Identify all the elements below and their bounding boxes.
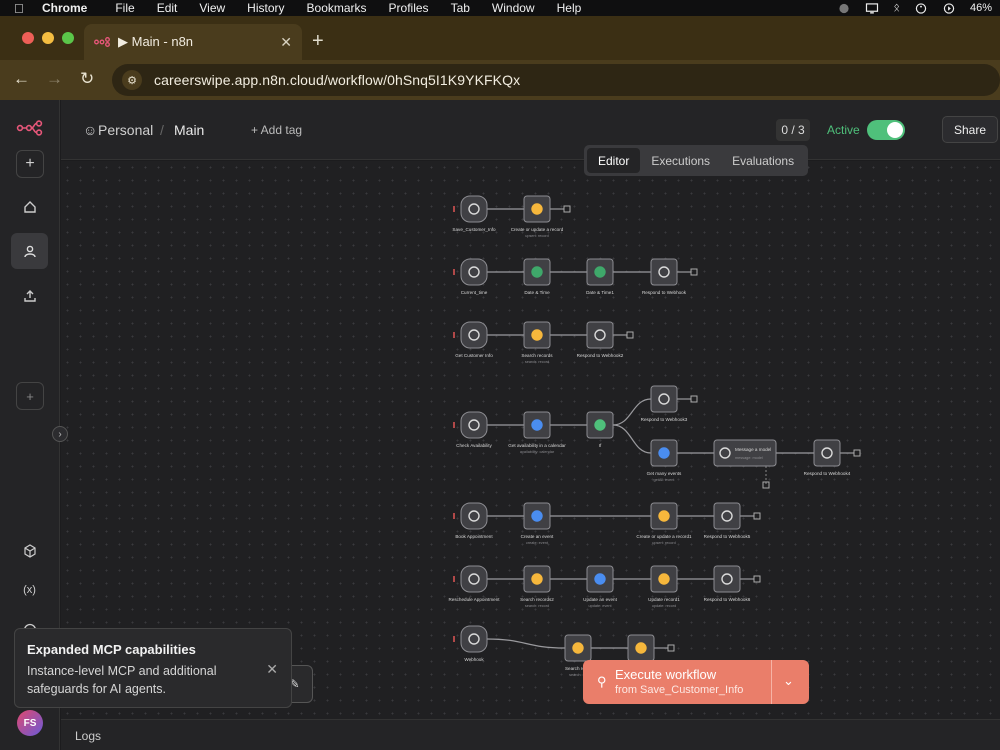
site-info-icon[interactable]: ⚙: [122, 70, 142, 90]
address-bar[interactable]: ⚙ careerswipe.app.n8n.cloud/workflow/0hS…: [112, 64, 1000, 96]
menu-window[interactable]: Window: [492, 1, 535, 15]
back-icon[interactable]: ←: [13, 69, 30, 89]
variables-icon[interactable]: (x): [11, 572, 48, 608]
home-icon[interactable]: [11, 189, 48, 225]
browser-tabstrip: ▶ Main - n8n ✕ +: [0, 16, 1000, 60]
menu-profiles[interactable]: Profiles: [389, 1, 429, 15]
breadcrumb-separator: /: [160, 122, 164, 138]
menu-tab[interactable]: Tab: [451, 1, 470, 15]
logs-panel[interactable]: Logs: [61, 719, 1000, 750]
create-button[interactable]: +: [16, 150, 44, 178]
execute-divider: [771, 660, 772, 704]
add-project-button[interactable]: +: [16, 382, 44, 410]
version-counter[interactable]: 0 / 3: [776, 119, 810, 141]
toast-body: Instance-level MCP and additional safegu…: [27, 664, 217, 696]
share-button[interactable]: Share: [942, 116, 998, 143]
browser-tab-active[interactable]: ▶ Main - n8n ✕: [84, 24, 302, 60]
personal-icon[interactable]: [11, 233, 48, 269]
menu-bookmarks[interactable]: Bookmarks: [307, 1, 367, 15]
execute-workflow-button[interactable]: ⚲ Execute workflow from Save_Customer_In…: [583, 660, 809, 704]
window-controls: [22, 32, 74, 44]
active-toggle[interactable]: [867, 120, 905, 140]
apple-icon[interactable]: : [14, 1, 28, 16]
view-switcher: Editor Executions Evaluations: [584, 145, 808, 176]
menu-view[interactable]: View: [199, 1, 225, 15]
battery-percent: 46%: [969, 2, 992, 14]
toast-title: Expanded MCP capabilities: [27, 642, 196, 657]
tab-evaluations[interactable]: Evaluations: [721, 148, 805, 173]
workflow-name[interactable]: Main: [174, 122, 204, 138]
accessibility-icon[interactable]: [914, 2, 928, 14]
tab-title: ▶ Main - n8n: [118, 34, 194, 49]
vpn-icon[interactable]: [837, 3, 851, 14]
play-icon[interactable]: [942, 2, 956, 14]
collapse-sidebar-icon[interactable]: ›: [52, 426, 68, 442]
menubar-status: ᛟ 46%: [837, 0, 992, 16]
close-toast-icon[interactable]: ✕: [266, 661, 278, 678]
bluetooth-icon[interactable]: ᛟ: [893, 2, 900, 14]
menu-history[interactable]: History: [247, 1, 284, 15]
mac-menubar:  Chrome File Edit View History Bookmark…: [0, 0, 1000, 16]
new-tab-button[interactable]: +: [312, 30, 324, 53]
active-label: Active: [827, 123, 860, 137]
add-tag-button[interactable]: + Add tag: [251, 123, 302, 137]
menu-file[interactable]: File: [115, 1, 134, 15]
url-text: careerswipe.app.n8n.cloud/workflow/0hSnq…: [154, 72, 521, 88]
n8n-logo-icon[interactable]: [11, 110, 48, 146]
chevron-down-icon[interactable]: ⌄: [783, 673, 794, 689]
templates-icon[interactable]: [11, 533, 48, 569]
workflow-header: ☺ Personal / Main + Add tag 0 / 3 Active…: [61, 100, 1000, 160]
breadcrumb-project[interactable]: Personal: [98, 122, 153, 138]
execute-from: from Save_Customer_Info: [615, 684, 744, 696]
minimize-window-button[interactable]: [42, 32, 54, 44]
forward-icon[interactable]: →: [46, 69, 63, 89]
flask-icon: ⚲: [597, 674, 607, 689]
close-tab-icon[interactable]: ✕: [280, 34, 292, 51]
avatar[interactable]: FS: [17, 710, 43, 736]
logs-label: Logs: [75, 729, 102, 743]
menu-chrome[interactable]: Chrome: [42, 1, 87, 15]
person-icon: ☺: [83, 122, 98, 138]
tab-editor[interactable]: Editor: [587, 148, 641, 173]
menu-help[interactable]: Help: [557, 1, 582, 15]
n8n-favicon-icon: [94, 37, 110, 47]
share-upload-icon[interactable]: [11, 278, 48, 314]
mcp-toast: Expanded MCP capabilities Instance-level…: [14, 628, 292, 708]
display-icon[interactable]: [865, 2, 879, 14]
browser-toolbar: ← → ↻ ⚙ careerswipe.app.n8n.cloud/workfl…: [0, 60, 1000, 100]
menu-edit[interactable]: Edit: [157, 1, 178, 15]
reload-icon[interactable]: ↻: [80, 69, 94, 89]
tab-executions[interactable]: Executions: [640, 148, 721, 173]
execute-label: Execute workflow: [615, 667, 717, 682]
maximize-window-button[interactable]: [62, 32, 74, 44]
close-window-button[interactable]: [22, 32, 34, 44]
